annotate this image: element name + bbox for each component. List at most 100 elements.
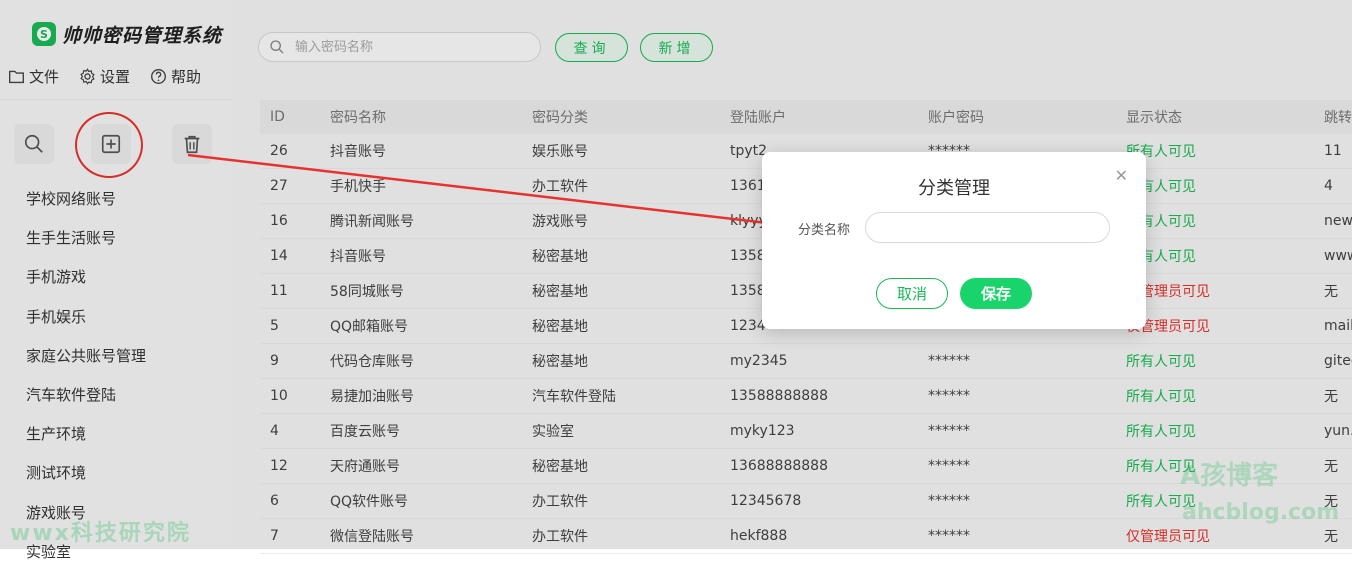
table-cell: 11 bbox=[260, 273, 320, 309]
table-cell: QQ软件账号 bbox=[320, 483, 522, 519]
table-cell: 5 bbox=[260, 308, 320, 344]
help-icon bbox=[151, 69, 167, 84]
table-cell: 娱乐账号 bbox=[522, 134, 720, 169]
category-item[interactable]: 汽车软件登陆 bbox=[26, 376, 146, 415]
category-item[interactable]: 手机游戏 bbox=[26, 258, 146, 297]
gear-icon bbox=[80, 68, 95, 85]
column-header[interactable]: 显示状态 bbox=[1116, 100, 1314, 134]
table-cell: 10 bbox=[260, 378, 320, 414]
column-header[interactable]: 登陆账户 bbox=[720, 100, 918, 134]
menu-help-label: 帮助 bbox=[171, 68, 202, 86]
table-cell: 天府通账号 bbox=[320, 448, 522, 484]
cancel-button[interactable]: 取消 bbox=[876, 278, 948, 309]
table-cell: 6 bbox=[260, 483, 320, 519]
table-cell: ****** bbox=[918, 518, 1116, 554]
table-cell: 办工软件 bbox=[522, 168, 720, 204]
add-button[interactable]: 新增 bbox=[640, 33, 713, 62]
search-category-button[interactable] bbox=[14, 124, 54, 164]
category-item[interactable]: 家庭公共账号管理 bbox=[26, 337, 146, 376]
table-cell: my2345 bbox=[720, 343, 918, 379]
table-cell: 所有人可见 bbox=[1116, 413, 1314, 449]
category-item[interactable]: 学校网络账号 bbox=[26, 180, 146, 219]
column-header[interactable]: 密码名称 bbox=[320, 100, 522, 134]
highlight-circle bbox=[75, 112, 143, 178]
table-cell: 手机快手 bbox=[320, 168, 522, 204]
table-cell: new bbox=[1314, 203, 1352, 239]
category-name-input[interactable] bbox=[865, 212, 1110, 243]
table-cell: 所有人可见 bbox=[1116, 343, 1314, 379]
table-cell: 抖音账号 bbox=[320, 134, 522, 169]
table-row[interactable]: 9代码仓库账号秘密基地my2345******所有人可见gitee bbox=[260, 343, 1352, 379]
table-cell: 所有人可见 bbox=[1116, 378, 1314, 414]
table-cell: 14 bbox=[260, 238, 320, 274]
category-item[interactable]: 手机娱乐 bbox=[26, 298, 146, 337]
table-cell: 秘密基地 bbox=[522, 448, 720, 484]
table-cell: 27 bbox=[260, 168, 320, 204]
category-item[interactable]: 生手生活账号 bbox=[26, 219, 146, 258]
table-cell: 7 bbox=[260, 518, 320, 554]
close-icon[interactable]: ✕ bbox=[1115, 166, 1128, 185]
watermark-text: ahcblog.com bbox=[1182, 500, 1340, 525]
column-header[interactable]: 跳转 bbox=[1314, 100, 1352, 134]
table-cell: ****** bbox=[918, 378, 1116, 414]
table-cell: ****** bbox=[918, 413, 1116, 449]
table-cell: ****** bbox=[918, 448, 1116, 484]
menubar: 文件 设置 帮助 bbox=[8, 66, 201, 87]
table-cell: 4 bbox=[260, 413, 320, 449]
table-cell: 游戏账号 bbox=[522, 203, 720, 239]
table-cell: 腾讯新闻账号 bbox=[320, 203, 522, 239]
menu-file[interactable]: 文件 bbox=[8, 66, 59, 87]
delete-category-button[interactable] bbox=[172, 124, 212, 164]
watermark-text: wwx科技研究院 bbox=[10, 521, 191, 546]
table-cell: 秘密基地 bbox=[522, 273, 720, 309]
search-input[interactable] bbox=[293, 38, 527, 56]
table-header: ID 密码名称 密码分类 登陆账户 账户密码 显示状态 跳转 bbox=[260, 100, 1352, 134]
category-name-label: 分类名称 bbox=[798, 223, 851, 238]
table-cell: 12 bbox=[260, 448, 320, 484]
column-header[interactable]: 密码分类 bbox=[522, 100, 720, 134]
category-list: 学校网络账号 生手生活账号 手机游戏 手机娱乐 家庭公共账号管理 汽车软件登陆 生产环境 测试… bbox=[26, 180, 146, 572]
table-cell: hekf888 bbox=[720, 518, 918, 554]
table-row[interactable]: 10 易捷加油账号 汽车软件登陆 13588888888 ****** 所有人可见无 bbox=[260, 378, 1352, 414]
table-cell: 秘密基地 bbox=[522, 308, 720, 344]
category-item[interactable]: 生产环境 bbox=[26, 415, 146, 454]
menu-file-label: 文件 bbox=[29, 68, 60, 86]
app-title: 帅帅密码管理系统 bbox=[62, 24, 223, 47]
table-cell: 抖音账号 bbox=[320, 238, 522, 274]
table-cell: 办工软件 bbox=[522, 483, 720, 519]
table-cell: 秘密基地 bbox=[522, 343, 720, 379]
menu-help[interactable]: 帮助 bbox=[150, 66, 201, 87]
table-cell: 秘密基地 bbox=[522, 238, 720, 274]
dialog-title: 分类管理 bbox=[918, 178, 990, 199]
column-header[interactable]: 账户密码 bbox=[918, 100, 1116, 134]
table-cell: 实验室 bbox=[522, 413, 720, 449]
table-cell: 百度云账号 bbox=[320, 413, 522, 449]
table-cell: 汽车软件登陆 bbox=[522, 378, 720, 414]
app-logo: S 帅帅密码管理系统 bbox=[32, 20, 222, 48]
menu-settings[interactable]: 设置 bbox=[79, 66, 130, 87]
query-button[interactable]: 查询 bbox=[555, 33, 628, 62]
sidebar: S 帅帅密码管理系统 文件 设置 帮助 学校网络账号 生手生活账号 手机游戏 手机娱乐… bbox=[0, 0, 232, 561]
category-dialog: 分类管理 ✕ 分类名称 取消 保存 bbox=[762, 152, 1146, 329]
table-cell: mail bbox=[1314, 308, 1352, 344]
table-cell: 4 bbox=[1314, 168, 1352, 204]
table-row[interactable]: 4 百度云账号 实验室 myky123 ****** 所有人可见 yun. bbox=[260, 413, 1352, 449]
table-cell: yun. bbox=[1314, 413, 1352, 449]
table-cell: 16 bbox=[260, 203, 320, 239]
table-cell: 11 bbox=[1314, 134, 1352, 169]
table-cell: QQ邮箱账号 bbox=[320, 308, 522, 344]
table-cell: 无 bbox=[1314, 448, 1352, 484]
table-cell: 13688888888 bbox=[720, 448, 918, 484]
table-cell: 26 bbox=[260, 134, 320, 169]
table-cell: 办工软件 bbox=[522, 518, 720, 554]
table-cell: 9 bbox=[260, 343, 320, 379]
table-cell: www bbox=[1314, 238, 1352, 274]
menu-settings-label: 设置 bbox=[100, 68, 131, 86]
logo-icon: S bbox=[32, 22, 56, 46]
category-item[interactable]: 测试环境 bbox=[26, 454, 146, 493]
table-cell: 13588888888 bbox=[720, 378, 918, 414]
search-icon bbox=[24, 134, 43, 153]
table-cell: 无 bbox=[1314, 378, 1352, 414]
save-button[interactable]: 保存 bbox=[960, 278, 1032, 309]
column-header[interactable]: ID bbox=[260, 100, 320, 134]
